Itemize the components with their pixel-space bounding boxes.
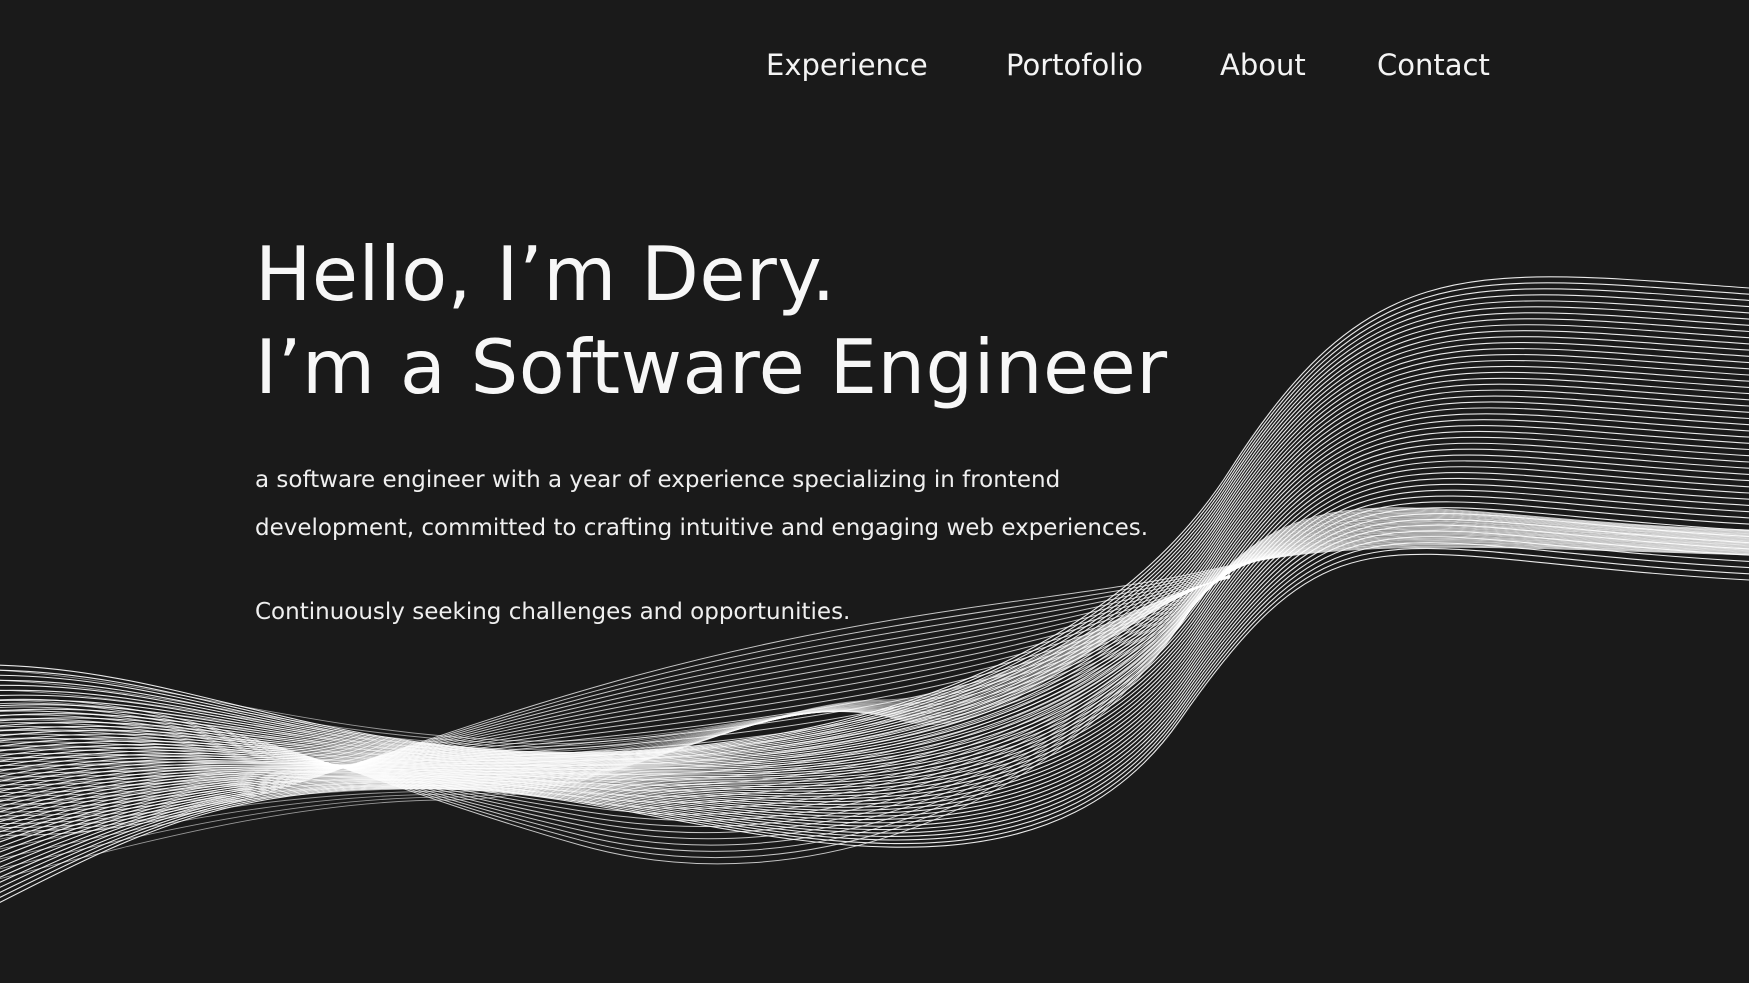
hero-description: a software engineer with a year of exper… (255, 456, 1255, 552)
hero-role: I’m a Software Engineer (255, 323, 1168, 411)
nav-link-contact[interactable]: Contact (1377, 45, 1490, 85)
top-navigation: Experience Portofolio About Contact (0, 45, 1749, 85)
hero-description-line-1: a software engineer with a year of exper… (255, 467, 1061, 493)
hero-description-line-2: development, committed to crafting intui… (255, 515, 1149, 541)
nav-link-experience[interactable]: Experience (766, 45, 928, 85)
nav-link-portfolio[interactable]: Portofolio (1006, 45, 1143, 85)
hero-section: Hello, I’m Dery. I’m a Software Engineer… (255, 228, 1255, 628)
hero-tagline: Continuously seeking challenges and oppo… (255, 599, 851, 625)
hero-heading: Hello, I’m Dery. I’m a Software Engineer (255, 228, 1255, 414)
nav-link-about[interactable]: About (1220, 45, 1306, 85)
hero-greeting: Hello, I’m Dery. (255, 230, 836, 318)
